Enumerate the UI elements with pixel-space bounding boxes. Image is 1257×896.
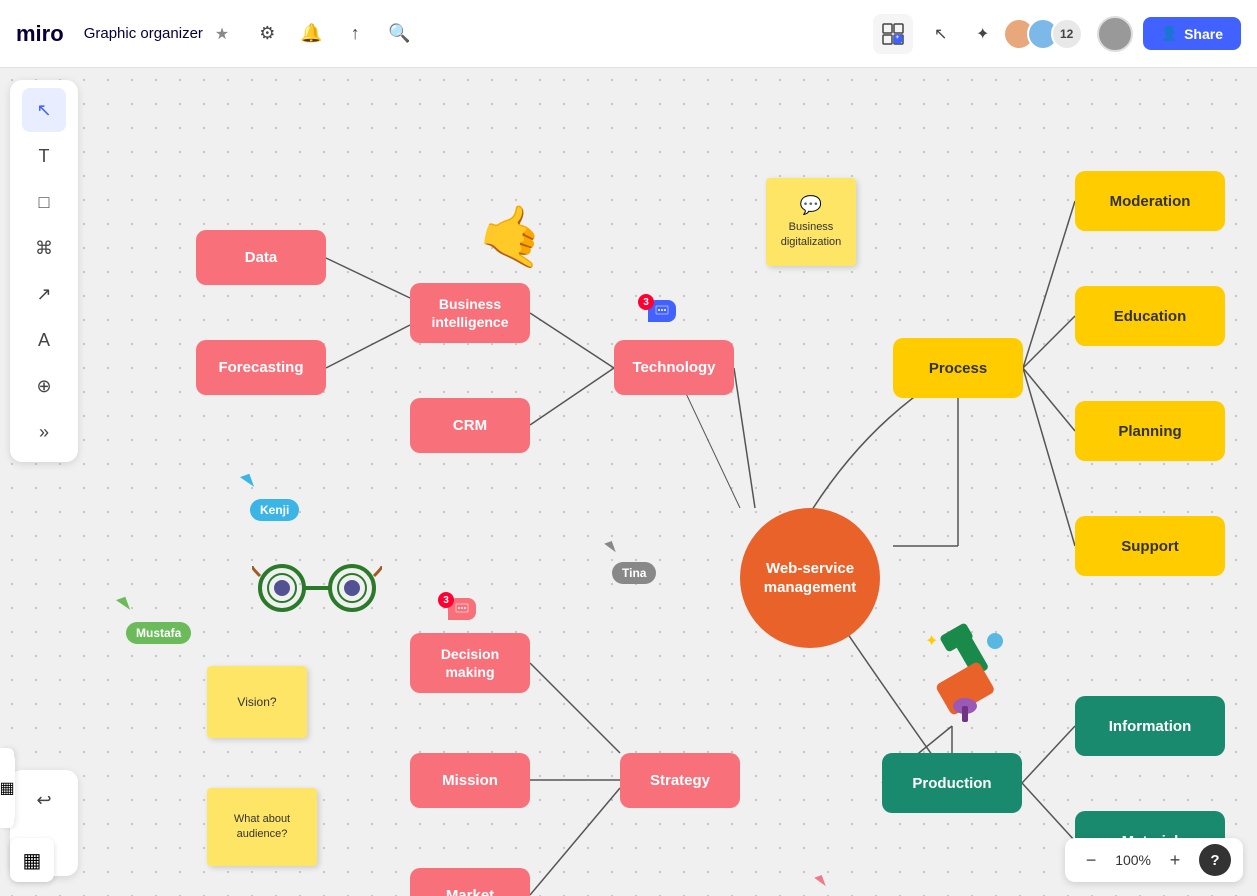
left-toolbar: ↖ T □ ⌘ ↗ A ⊕ »	[10, 80, 78, 462]
more-tools[interactable]: »	[22, 410, 66, 454]
sticky-icon: 💬	[800, 195, 822, 216]
svg-text:+: +	[895, 35, 899, 41]
tina-label: Tina	[612, 562, 656, 584]
sticky-text: Business digitalization	[776, 220, 846, 249]
sticker-stamp: ✦	[910, 616, 1020, 739]
panel-icon[interactable]: ▦	[10, 838, 54, 882]
text-tool[interactable]: T	[22, 134, 66, 178]
sparkle-tool[interactable]: ✦	[965, 16, 1001, 52]
bi-node[interactable]: Business intelligence	[410, 283, 530, 343]
support-node[interactable]: Support	[1075, 516, 1225, 576]
mission-node[interactable]: Mission	[410, 753, 530, 808]
search-icon[interactable]: 🔍	[381, 16, 417, 52]
sticky-audience-text: What about audience?	[217, 812, 307, 843]
settings-icon[interactable]: ⚙	[249, 16, 285, 52]
avatar-count: 12	[1051, 18, 1083, 50]
topbar: miro Graphic organizer ★ ⚙ 🔔 ↑ 🔍 + ↖ ✦ 1…	[0, 0, 1257, 68]
share-icon: 👤	[1161, 25, 1178, 42]
mustafa-label: Mustafa	[126, 622, 191, 644]
topbar-icons: ⚙ 🔔 ↑ 🔍	[249, 16, 417, 52]
sticker-glasses	[252, 558, 382, 631]
pen-tool[interactable]: A	[22, 318, 66, 362]
help-button[interactable]: ?	[1199, 844, 1231, 876]
strategy-node[interactable]: Strategy	[620, 753, 740, 808]
production-node[interactable]: Production	[882, 753, 1022, 813]
cursor-tina: Tina	[606, 542, 650, 576]
sticky-vision[interactable]: Vision?	[207, 666, 307, 738]
planning-node[interactable]: Planning	[1075, 401, 1225, 461]
forecasting-node[interactable]: Forecasting	[196, 340, 326, 395]
undo-button[interactable]: ↩	[22, 778, 66, 822]
moderation-node[interactable]: Moderation	[1075, 171, 1225, 231]
crm-node[interactable]: CRM	[410, 398, 530, 453]
education-node[interactable]: Education	[1075, 286, 1225, 346]
sticky-audience[interactable]: What about audience?	[207, 788, 317, 866]
sticky-biz-dig[interactable]: 💬 Business digitalization	[766, 178, 856, 266]
cursor-mustafa: Mustafa	[118, 598, 183, 634]
decision-node[interactable]: Decision making	[410, 633, 530, 693]
panel-toggle[interactable]: ▦	[10, 838, 54, 882]
miro-logo: miro	[16, 21, 64, 47]
zoom-bar: − 100% + ?	[1065, 838, 1243, 882]
frame-tool[interactable]: ⊕	[22, 364, 66, 408]
canvas[interactable]: Web-service management Process Strategy …	[0, 68, 1257, 896]
line-tool[interactable]: ↗	[22, 272, 66, 316]
cursor-kenji: Kenji	[242, 475, 291, 511]
market-node[interactable]: Market	[410, 868, 530, 896]
slide-panel[interactable]: ▦	[0, 748, 14, 828]
center-node[interactable]: Web-service management	[740, 508, 880, 648]
self-avatar	[1097, 16, 1133, 52]
sticky-vision-text: Vision?	[237, 695, 276, 709]
zoom-out-button[interactable]: −	[1077, 846, 1105, 874]
process-node[interactable]: Process	[893, 338, 1023, 398]
share-button[interactable]: 👤 Share	[1143, 17, 1241, 50]
board-title: Graphic organizer	[84, 25, 203, 42]
shape-tool[interactable]: ⌘	[22, 226, 66, 270]
zoom-in-button[interactable]: +	[1161, 846, 1189, 874]
map-view-icon[interactable]: +	[873, 14, 913, 54]
cursor-tool[interactable]: ↖	[923, 16, 959, 52]
sticker-ok-hand: 🤙	[473, 194, 557, 276]
share-upload-icon[interactable]: ↑	[337, 16, 373, 52]
cursor-tools: ↖ ✦	[923, 16, 1001, 52]
sticky-tool[interactable]: □	[22, 180, 66, 224]
topbar-right: + ↖ ✦ 12 👤 Share	[873, 14, 1241, 54]
notification-icon[interactable]: 🔔	[293, 16, 329, 52]
panel-icon: ▦	[0, 754, 15, 822]
zoom-percentage: 100%	[1115, 852, 1151, 868]
technology-node[interactable]: Technology	[614, 340, 734, 395]
select-tool[interactable]: ↖	[22, 88, 66, 132]
kenji-label: Kenji	[250, 499, 299, 521]
star-icon[interactable]: ★	[215, 24, 229, 44]
cursor-maggie: Maggie	[816, 876, 877, 896]
svg-text:✦: ✦	[925, 633, 938, 650]
information-node[interactable]: Information	[1075, 696, 1225, 756]
data-node[interactable]: Data	[196, 230, 326, 285]
collaborator-avatars: 12	[1011, 18, 1083, 50]
